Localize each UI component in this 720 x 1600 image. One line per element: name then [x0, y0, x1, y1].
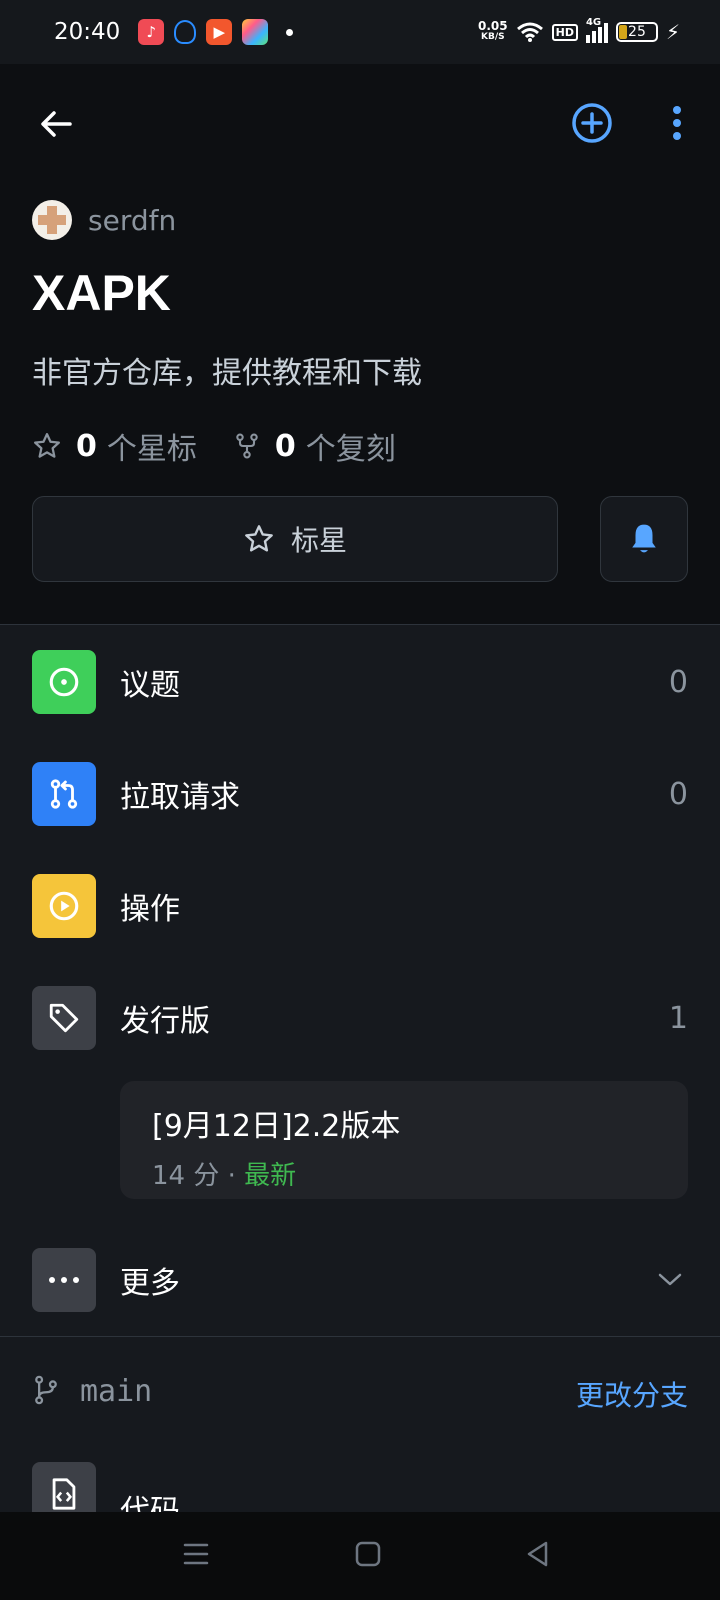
hd-badge: HD	[551, 23, 578, 41]
latest-release-card[interactable]: [9月12日]2.2版本 14 分 · 最新	[120, 1081, 688, 1199]
home-icon[interactable]	[354, 1540, 382, 1568]
menu-label-actions: 操作	[120, 892, 180, 927]
gallery-app-icon	[242, 19, 269, 45]
qq-app-icon	[174, 20, 197, 44]
status-right: 0.05 KB/S HD 4G 25 ⚡	[478, 17, 680, 44]
menu-count-pull-requests: 0	[668, 776, 688, 812]
menu-icon[interactable]	[182, 1540, 210, 1568]
repo-title: XAPK	[32, 265, 171, 321]
stars-count: 0	[76, 428, 97, 464]
release-status: 最新	[244, 1161, 297, 1191]
menu-item-releases[interactable]: 发行版 1	[0, 970, 720, 1066]
branch-name: main	[80, 1374, 153, 1409]
fork-icon	[236, 433, 258, 459]
battery-indicator: 25	[615, 22, 658, 42]
arrow-left-icon[interactable]	[36, 102, 80, 146]
kebab-icon[interactable]	[665, 100, 689, 146]
menu-item-actions[interactable]: 操作	[0, 858, 720, 954]
play-icon	[32, 874, 96, 938]
repo-header: serdfn XAPK 非官方仓库，提供教程和下载 0 个星标 0 个复刻 标星	[0, 64, 720, 624]
divider	[0, 624, 720, 625]
menu-label-issues: 议题	[120, 668, 180, 703]
video-app-icon: ▶	[206, 19, 233, 45]
release-title: [9月12日]2.2版本	[152, 1109, 401, 1144]
forks-count: 0	[274, 428, 296, 464]
branch-icon	[35, 1375, 57, 1405]
release-time: 14 分 ·	[152, 1161, 245, 1191]
menu-item-pull-requests[interactable]: 拉取请求 0	[0, 746, 720, 842]
charging-icon: ⚡	[665, 20, 680, 44]
owner-row[interactable]: serdfn	[32, 200, 176, 240]
wifi-icon	[516, 22, 543, 42]
chevron-down-icon[interactable]	[658, 1273, 682, 1287]
music-app-icon: ♪	[138, 19, 165, 45]
watch-button[interactable]	[600, 496, 688, 582]
net-speed: 0.05 KB/S	[478, 19, 508, 42]
back-triangle-icon[interactable]	[524, 1540, 552, 1568]
repo-description: 非官方仓库，提供教程和下载	[32, 356, 422, 391]
release-meta: 14 分 · 最新	[152, 1155, 656, 1192]
issue-icon	[32, 650, 96, 714]
menu-label-more: 更多	[120, 1266, 180, 1301]
menu-item-more[interactable]: 更多	[0, 1232, 720, 1328]
star-button[interactable]: 标星	[32, 496, 558, 582]
menu-label-releases: 发行版	[120, 1004, 210, 1039]
pull-request-icon	[32, 762, 96, 826]
repo-stats: 0 个星标 0 个复刻	[32, 424, 396, 468]
bell-icon	[632, 524, 656, 553]
menu-count-releases: 1	[668, 1000, 688, 1036]
notification-dot	[286, 28, 294, 36]
menu-item-issues[interactable]: 议题 0	[0, 634, 720, 730]
status-bar: 20:40 ♪ ▶ 0.05 KB/S HD 4G 25 ⚡	[0, 0, 720, 64]
owner-name: serdfn	[88, 203, 177, 237]
toolbar	[0, 94, 720, 154]
plus-circle-icon[interactable]	[569, 100, 615, 146]
change-branch-button[interactable]: 更改分支	[576, 1374, 688, 1414]
tag-icon	[32, 986, 96, 1050]
star-button-label: 标星	[290, 524, 347, 557]
star-icon	[34, 433, 60, 458]
divider	[0, 1336, 720, 1337]
signal-icon: 4G	[585, 17, 608, 43]
status-time: 20:40	[54, 19, 121, 45]
menu-count-issues: 0	[668, 664, 688, 700]
system-nav-bar	[0, 1512, 720, 1600]
branch-row: main 更改分支	[0, 1362, 720, 1422]
stars-label[interactable]: 个星标	[107, 424, 197, 468]
forks-label[interactable]: 个复刻	[306, 424, 396, 468]
menu-label-pull-requests: 拉取请求	[120, 780, 240, 815]
avatar	[32, 200, 72, 240]
star-icon	[245, 525, 273, 552]
ellipsis-icon	[32, 1248, 96, 1312]
